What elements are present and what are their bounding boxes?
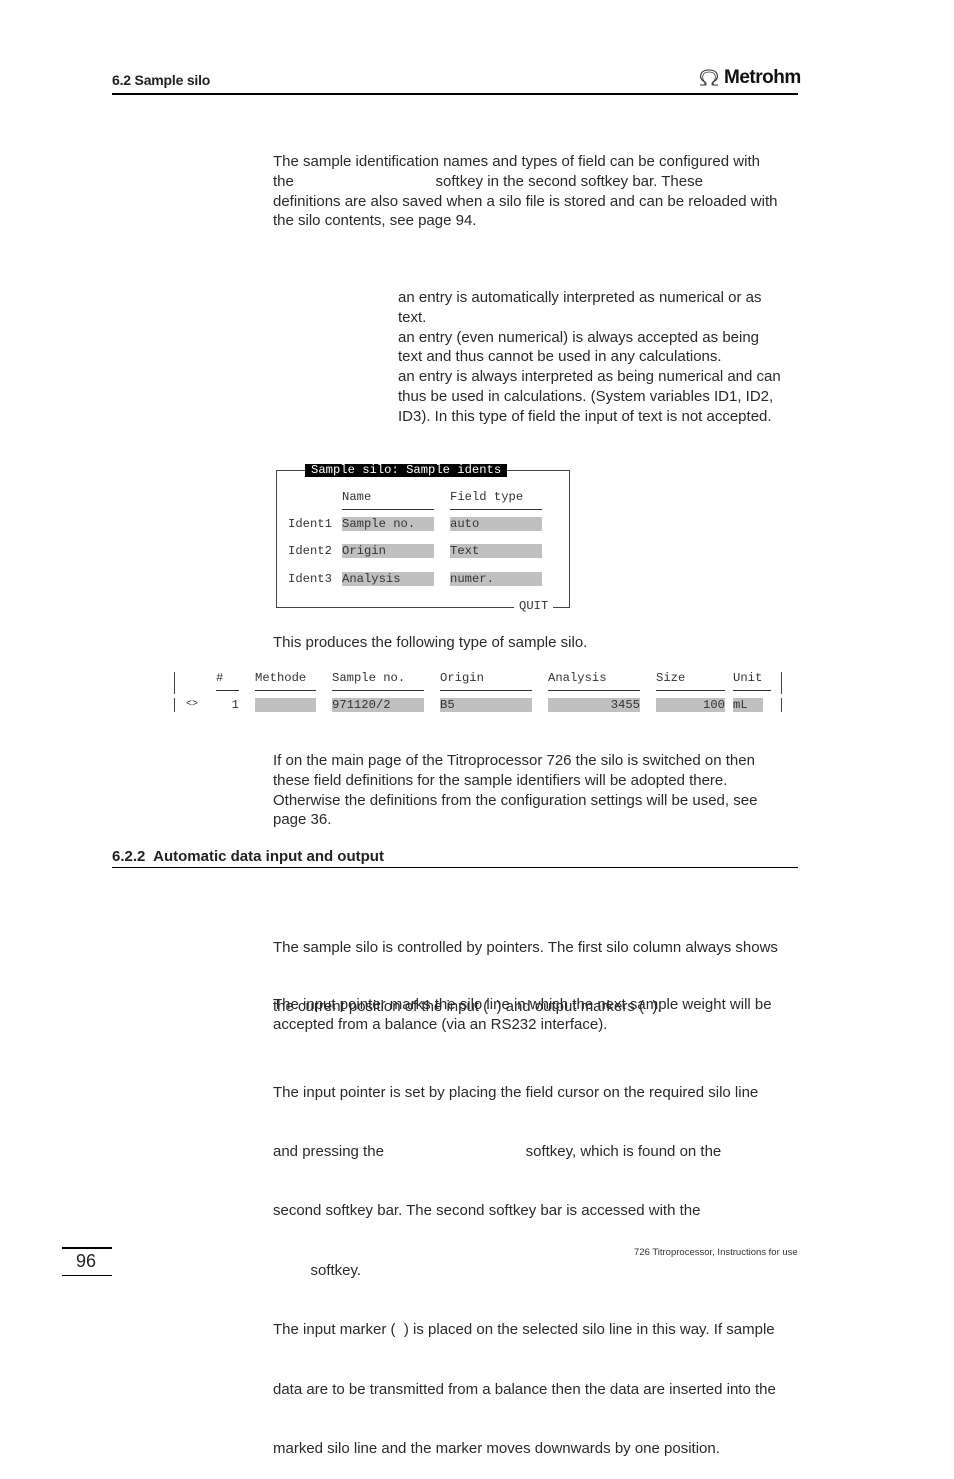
sample-idents-dialog: Sample silo: Sample idents Name Field ty… [276,464,570,613]
ident2-label: Ident2 [288,544,332,558]
text-line: the softkey in the second softkey bar. T… [273,172,703,190]
footer-doc-title: 726 Titroprocessor, Instructions for use [634,1247,798,1258]
col-header-number: # [216,671,224,685]
col-header-analysis: Analysis [548,671,607,685]
text-line: an entry is always interpreted as being … [398,368,781,386]
col-header-size: Size [656,671,686,685]
underline-number [216,690,239,691]
sample-no-cell[interactable]: 971120/2 [332,698,424,712]
text-line: The sample identification names and type… [273,153,760,170]
origin-cell[interactable]: B5 [440,698,532,712]
underline-origin [440,690,532,691]
quit-softkey[interactable]: QUIT [514,600,554,613]
text-line: definitions are also saved when a silo f… [273,192,778,210]
underline-unit [733,690,771,691]
text-line: an entry (even numerical) is always acce… [398,328,760,346]
text-line: these field definitions for the sample i… [273,771,728,789]
text-line: text and thus cannot be used in any calc… [398,348,722,366]
ident3-name-field[interactable]: Analysis [342,572,434,586]
text-line: accepted from a balance (via an RS232 in… [273,1015,608,1033]
col-header-origin: Origin [440,671,484,685]
text-line: data are to be transmitted from a balanc… [273,1380,776,1398]
text-line: text. [398,308,427,326]
text-line: marked silo line and the marker moves do… [273,1439,720,1457]
ident3-label: Ident3 [288,572,332,586]
omega-icon [700,69,718,86]
field-type-definitions: an entry is automatically interpreted as… [398,288,808,427]
dialog-frame [276,470,570,608]
page-number-rule-top [62,1247,112,1249]
marker-cell: <> [186,699,199,710]
text-line: second softkey bar. The second softkey b… [273,1202,701,1220]
analysis-cell[interactable]: 3455 [548,698,640,712]
col-header-methode: Methode [255,671,307,685]
ident1-type-field[interactable]: auto [450,517,542,531]
text-line: The input pointer is set by placing the … [273,1083,759,1101]
page-number: 96 [76,1251,97,1271]
dialog-title: Sample silo: Sample idents [305,464,508,477]
ident1-label: Ident1 [288,517,332,531]
right-border-bottom [781,698,782,712]
left-border-bottom [174,698,175,712]
set-pointer-paragraph: The input pointer is set by placing the … [273,1043,803,1479]
produces-text: This produces the following type of samp… [273,634,588,651]
metrohm-logo: Metrohm [697,67,801,89]
underline-analysis [548,690,640,691]
text-line: The input marker ( ) is placed on the se… [273,1321,775,1339]
right-border-top [781,672,782,694]
input-pointer-paragraph: The input pointer marks the silo line in… [273,995,803,1035]
page-number-rule-bottom [62,1275,112,1276]
ident2-type-field[interactable]: Text [450,544,542,558]
left-border-top [174,672,175,694]
unit-cell[interactable]: mL [733,698,763,712]
text-line: an entry is automatically interpreted as… [398,289,762,306]
size-cell[interactable]: 100 [656,698,725,712]
ident3-type-field[interactable]: numer. [450,572,542,586]
ident2-name-field[interactable]: Origin [342,544,434,558]
logo-wordmark: Metrohm [724,67,801,88]
text-line: Otherwise the definitions from the confi… [273,791,758,809]
running-header-section-title: 6.2 Sample silo [112,72,211,88]
text-line: ID3). In this type of field the input of… [398,407,772,425]
header-rule [112,93,798,95]
column-header-field-type: Field type [450,490,524,504]
underline-size [656,690,725,691]
field-type-underline [450,509,542,510]
section-rule [112,867,798,868]
main-page-paragraph: If on the main page of the Titroprocesso… [273,751,803,830]
intro-paragraph: The sample identification names and type… [273,152,803,231]
text-line: and pressing the softkey, which is found… [273,1142,722,1160]
text-line: If on the main page of the Titroprocesso… [273,752,755,769]
name-underline [342,509,434,510]
column-header-name: Name [342,490,372,504]
section-heading: 6.2.2 Automatic data input and output [112,848,384,865]
text-line: The input pointer marks the silo line in… [273,996,772,1013]
text-line: thus be used in calculations. (System va… [398,387,774,405]
methode-cell[interactable] [255,698,316,712]
text-line: page 36. [273,811,332,829]
ident1-name-field[interactable]: Sample no. [342,517,434,531]
text-line: softkey. [273,1261,362,1279]
underline-sample-no [332,690,424,691]
col-header-unit: Unit [733,671,763,685]
sample-silo-table: # Methode Sample no. Origin Analysis Siz… [172,668,786,716]
text-line: the silo contents, see page 94. [273,212,477,230]
underline-methode [255,690,316,691]
text-line: The sample silo is controlled by pointer… [273,938,778,956]
row-number-cell: 1 [231,698,239,712]
col-header-sample-no: Sample no. [332,671,406,685]
